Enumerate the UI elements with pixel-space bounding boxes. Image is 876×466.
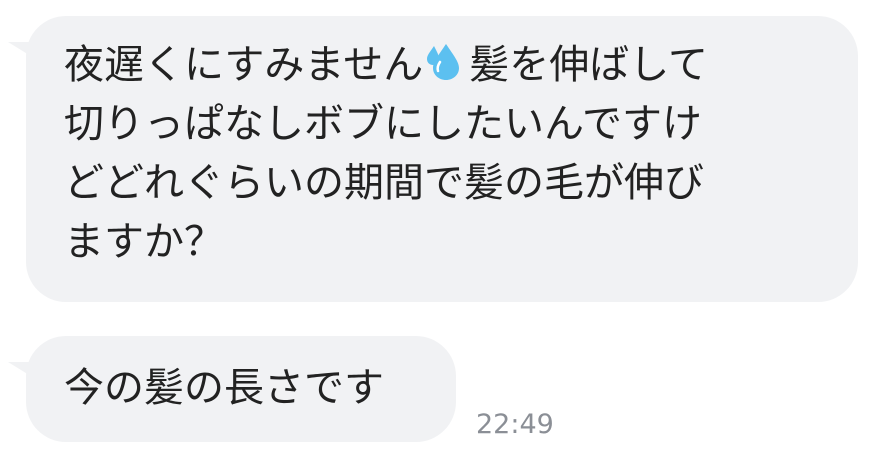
message-bubble[interactable]: 夜遅くにすみません 髪を伸ばして 切りっぱなしボブにしたいんですけ どどれぐらいの… xyxy=(26,16,858,302)
sweat-droplets-icon xyxy=(424,42,468,82)
message-bubble[interactable]: 今の髪の長さです xyxy=(26,336,456,442)
chat-conversation: 夜遅くにすみません 髪を伸ばして 切りっぱなしボブにしたいんですけ どどれぐらいの… xyxy=(0,0,876,466)
message-timestamp: 22:49 xyxy=(476,409,554,440)
message-line: どどれぐらいの期間で髪の毛が伸び xyxy=(64,160,704,206)
message-line: 夜遅くにすみません 髪を伸ばして xyxy=(64,36,828,95)
message-line: 切りっぱなしボブにしたいんですけ xyxy=(64,101,702,147)
message-text: 夜遅くにすみません xyxy=(64,42,424,88)
message-line: 今の髪の長さです xyxy=(64,365,384,411)
message-line: ますか？ xyxy=(64,219,224,265)
message-text: 髪を伸ばして xyxy=(469,42,709,88)
